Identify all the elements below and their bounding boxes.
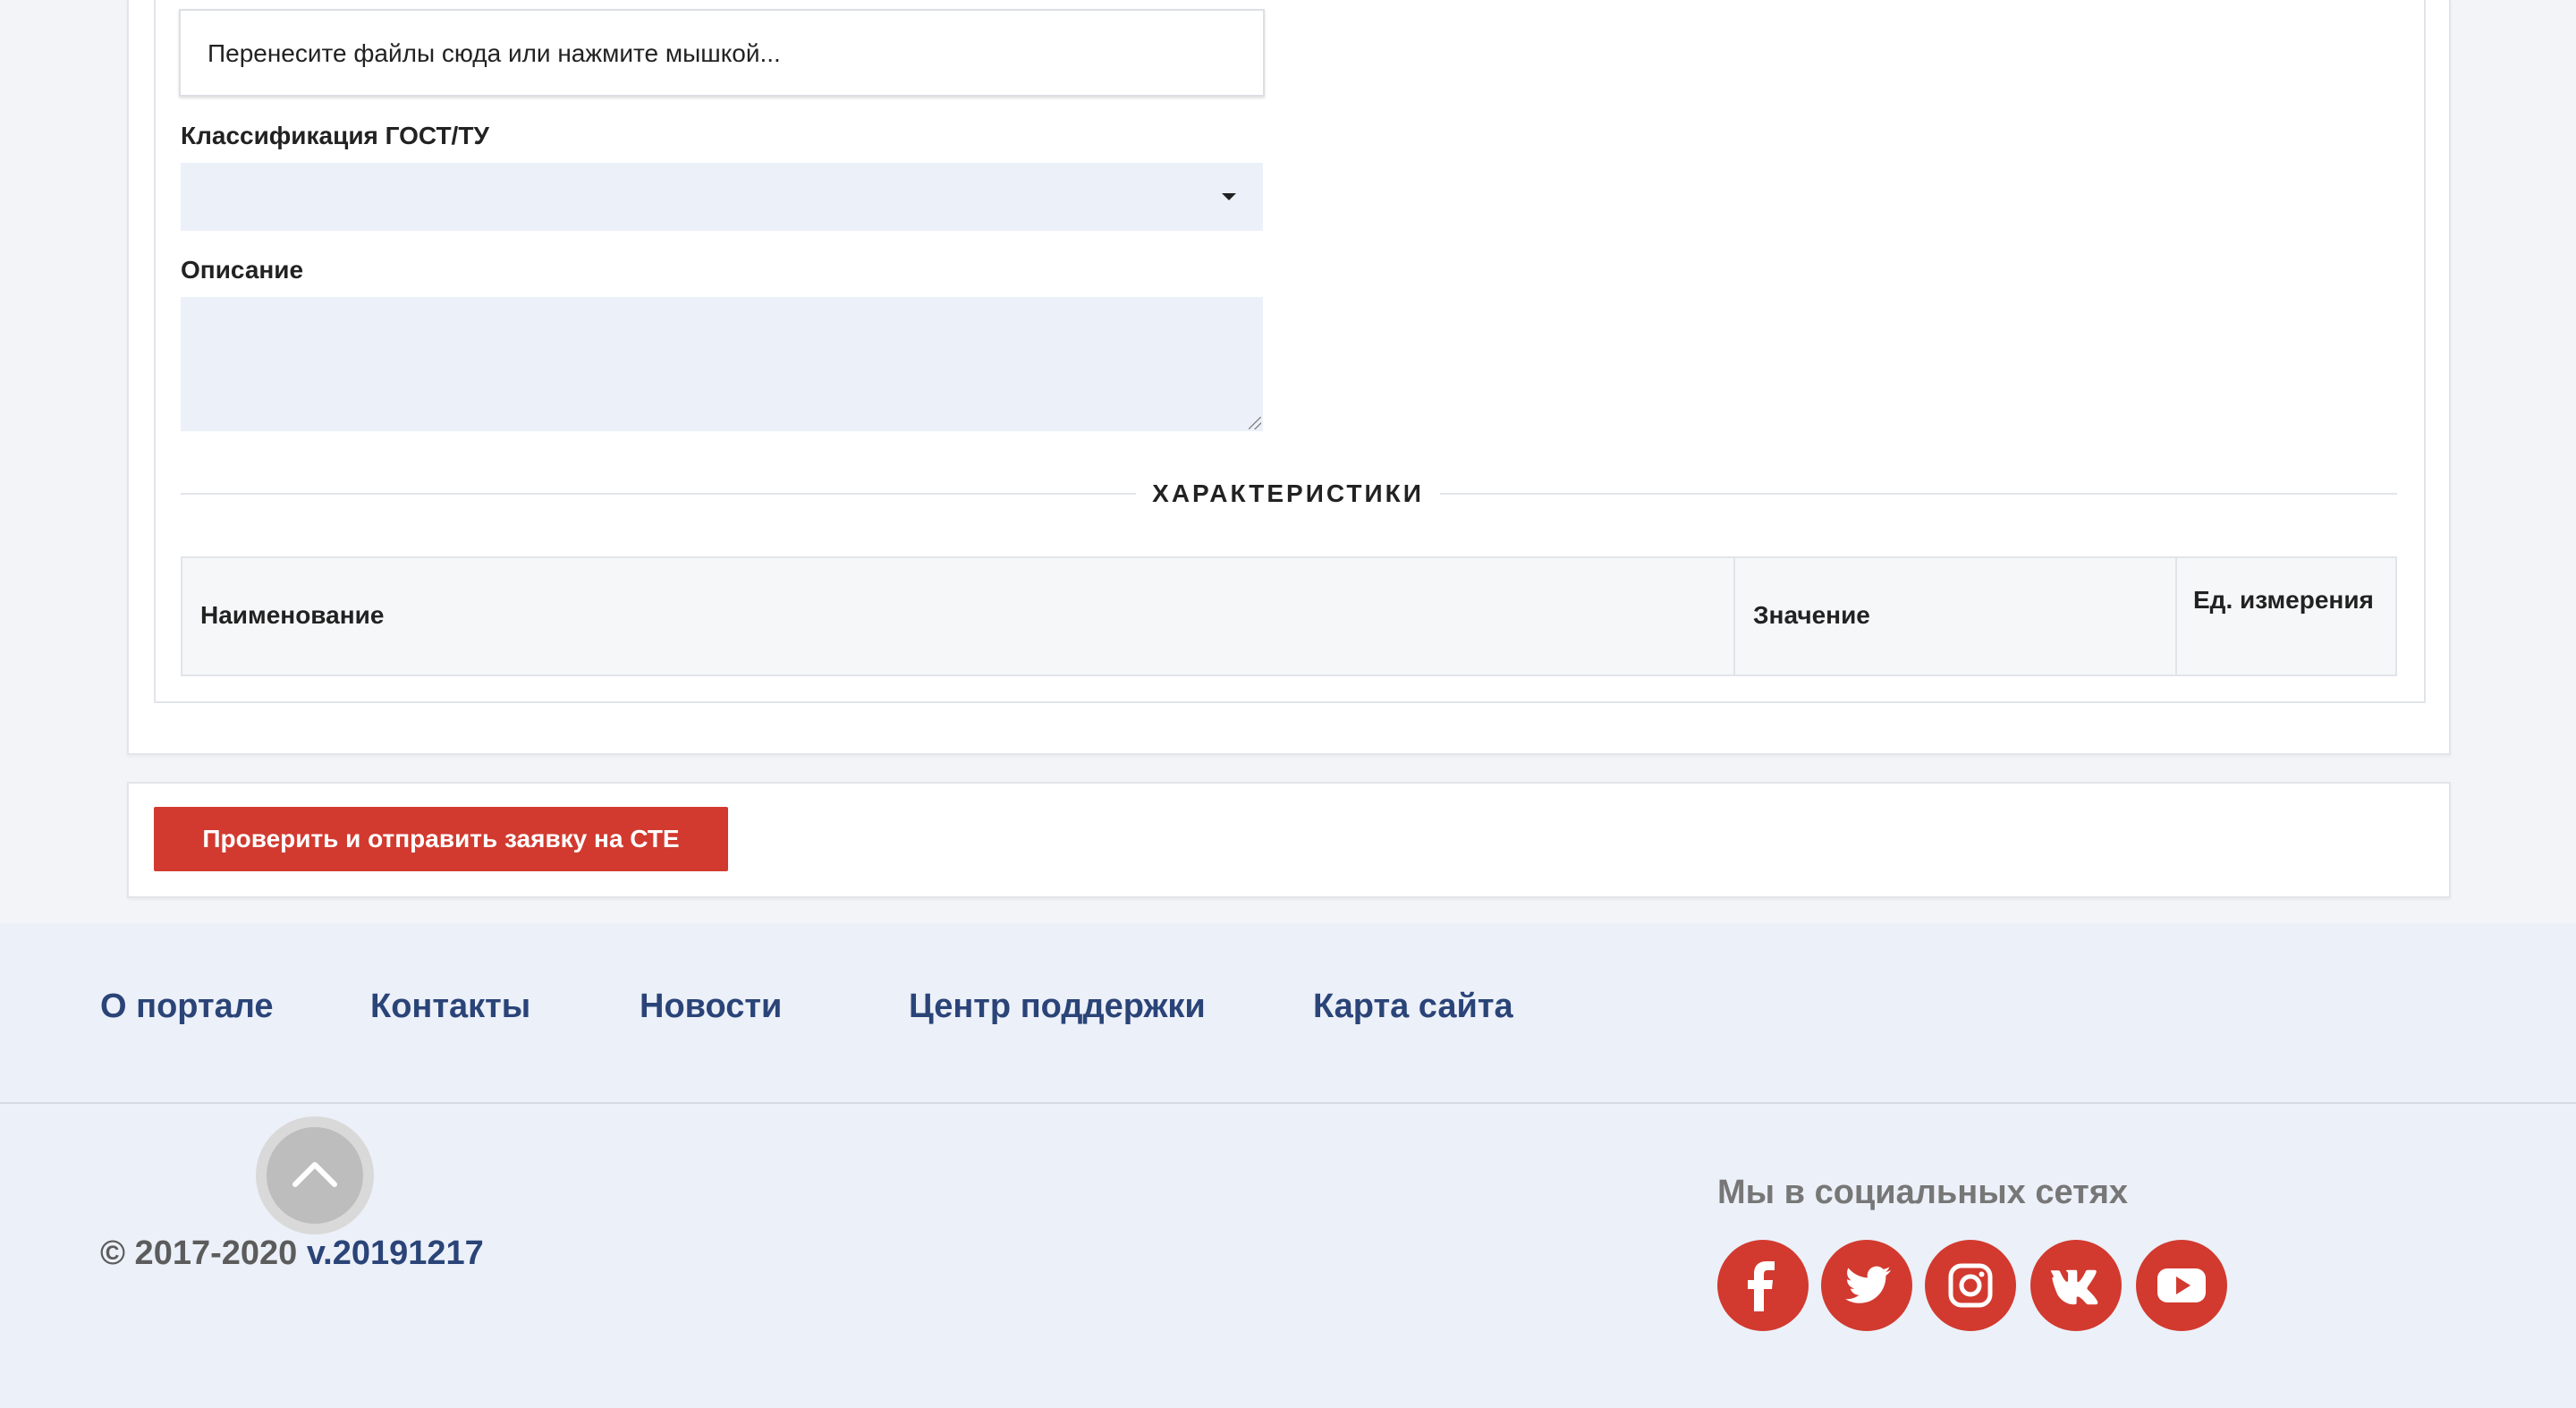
footer-divider [0, 1102, 2576, 1104]
version-text: v.20191217 [306, 1234, 484, 1272]
footer-link-support[interactable]: Центр поддержки [909, 988, 1206, 1026]
copyright: © 2017-2020 v.20191217 [100, 1234, 484, 1273]
characteristics-table: Наименование Значение Ед. измерения [181, 556, 2397, 676]
facebook-icon[interactable] [1717, 1240, 1809, 1331]
scroll-to-top-button[interactable] [256, 1116, 374, 1234]
footer-link-news[interactable]: Новости [640, 988, 782, 1026]
column-header-unit: Ед. измерения [2193, 586, 2374, 614]
column-header-value: Значение [1735, 558, 2177, 674]
submit-button[interactable]: Проверить и отправить заявку на СТЕ [154, 807, 728, 871]
characteristics-title: ХАРАКТЕРИСТИКИ [1136, 476, 1440, 512]
chevron-down-icon [1222, 193, 1236, 200]
gost-select[interactable] [181, 163, 1263, 231]
copyright-text: © 2017-2020 [100, 1234, 298, 1272]
instagram-icon[interactable] [1925, 1240, 2016, 1331]
footer-link-sitemap[interactable]: Карта сайта [1313, 988, 1513, 1026]
social-title: Мы в социальных сетях [1717, 1174, 2129, 1211]
vk-icon[interactable] [2030, 1240, 2122, 1331]
description-label: Описание [181, 256, 304, 284]
gost-label: Классификация ГОСТ/ТУ [181, 122, 489, 149]
twitter-icon[interactable] [1821, 1240, 1912, 1331]
youtube-icon[interactable] [2136, 1240, 2227, 1331]
footer-link-about[interactable]: О портале [100, 988, 274, 1026]
description-textarea[interactable] [181, 297, 1263, 431]
footer-link-contacts[interactable]: Контакты [370, 988, 530, 1026]
dropzone-text: Перенесите файлы сюда или нажмите мышкой… [208, 39, 781, 67]
column-header-name: Наименование [182, 558, 1735, 674]
chevron-up-icon [292, 1162, 337, 1187]
resize-handle-icon[interactable] [1249, 417, 1261, 429]
file-dropzone[interactable]: Перенесите файлы сюда или нажмите мышкой… [179, 9, 1265, 97]
